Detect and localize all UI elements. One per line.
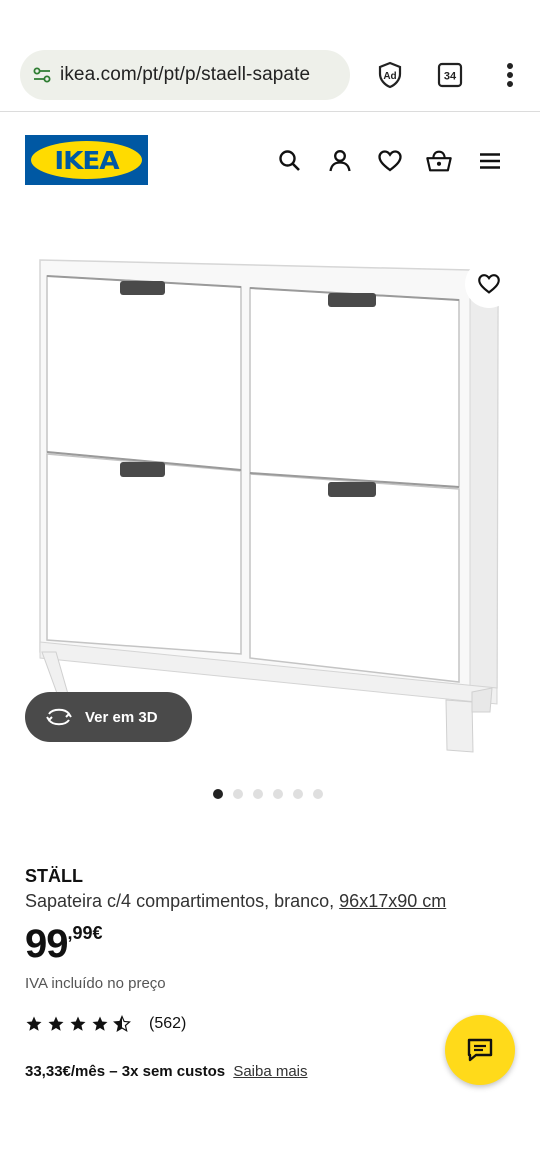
star-icon: [48, 1016, 64, 1031]
chat-icon: [467, 1038, 493, 1062]
user-icon[interactable]: [326, 147, 354, 175]
half-star-icon: [113, 1015, 131, 1032]
url-text[interactable]: ikea.com/pt/pt/p/staell-sapate: [60, 64, 310, 86]
shield-ad-icon: Ad: [378, 61, 402, 89]
search-icon[interactable]: [276, 147, 304, 175]
installment-text: 33,33€/mês – 3x sem custos: [25, 1063, 226, 1080]
carousel-dot[interactable]: [213, 789, 223, 799]
heart-icon: [478, 274, 500, 294]
logo-text: IKEA: [54, 146, 119, 175]
vat-note: IVA incluído no preço: [25, 975, 166, 992]
basket-icon[interactable]: [425, 147, 453, 175]
wishlist-heart-icon[interactable]: [376, 147, 404, 175]
browser-toolbar: ikea.com/pt/pt/p/staell-sapate Ad 34: [0, 0, 540, 112]
star-icon: [70, 1016, 86, 1031]
price-integer: 99: [25, 922, 68, 966]
svg-text:Ad: Ad: [383, 71, 396, 82]
tab-count-icon: 34: [437, 62, 463, 88]
view-in-3d-button[interactable]: Ver em 3D: [25, 692, 192, 742]
view-in-3d-label: Ver em 3D: [85, 708, 158, 726]
tabs-button[interactable]: 34: [433, 58, 467, 92]
product-rating[interactable]: (562): [25, 1015, 186, 1033]
carousel-dot[interactable]: [253, 789, 263, 799]
product-dimensions-link[interactable]: 96x17x90 cm: [339, 891, 446, 911]
price-decimal: ,99€: [67, 923, 103, 943]
star-icon: [92, 1016, 108, 1031]
rotate-3d-icon: [46, 708, 72, 726]
carousel-dot[interactable]: [293, 789, 303, 799]
image-carousel-dots[interactable]: [213, 789, 323, 799]
product-price: 99,99€: [25, 922, 103, 967]
ikea-logo[interactable]: IKEA: [25, 135, 148, 185]
learn-more-link[interactable]: Saiba mais: [233, 1063, 307, 1080]
site-settings-icon[interactable]: [32, 65, 52, 85]
product-description: Sapateira c/4 compartimentos, branco, 96…: [25, 891, 446, 912]
save-to-favourites-button[interactable]: [465, 260, 513, 308]
carousel-dot[interactable]: [313, 789, 323, 799]
more-vertical-icon: [507, 63, 513, 87]
adblock-button[interactable]: Ad: [373, 58, 407, 92]
site-header: IKEA: [0, 112, 540, 212]
star-icon: [26, 1016, 42, 1031]
address-bar[interactable]: ikea.com/pt/pt/p/staell-sapate: [20, 50, 350, 100]
product-name: STÄLL: [25, 866, 83, 886]
menu-icon[interactable]: [476, 147, 504, 175]
chat-button[interactable]: [445, 1015, 515, 1085]
browser-menu-button[interactable]: [493, 58, 527, 92]
product-description-text: Sapateira c/4 compartimentos, branco,: [25, 891, 335, 911]
svg-text:34: 34: [444, 71, 457, 83]
carousel-dot[interactable]: [233, 789, 243, 799]
installment-offer: 33,33€/mês – 3x sem custos Saiba mais: [25, 1063, 308, 1080]
rating-count: (562): [149, 1015, 187, 1032]
carousel-dot[interactable]: [273, 789, 283, 799]
